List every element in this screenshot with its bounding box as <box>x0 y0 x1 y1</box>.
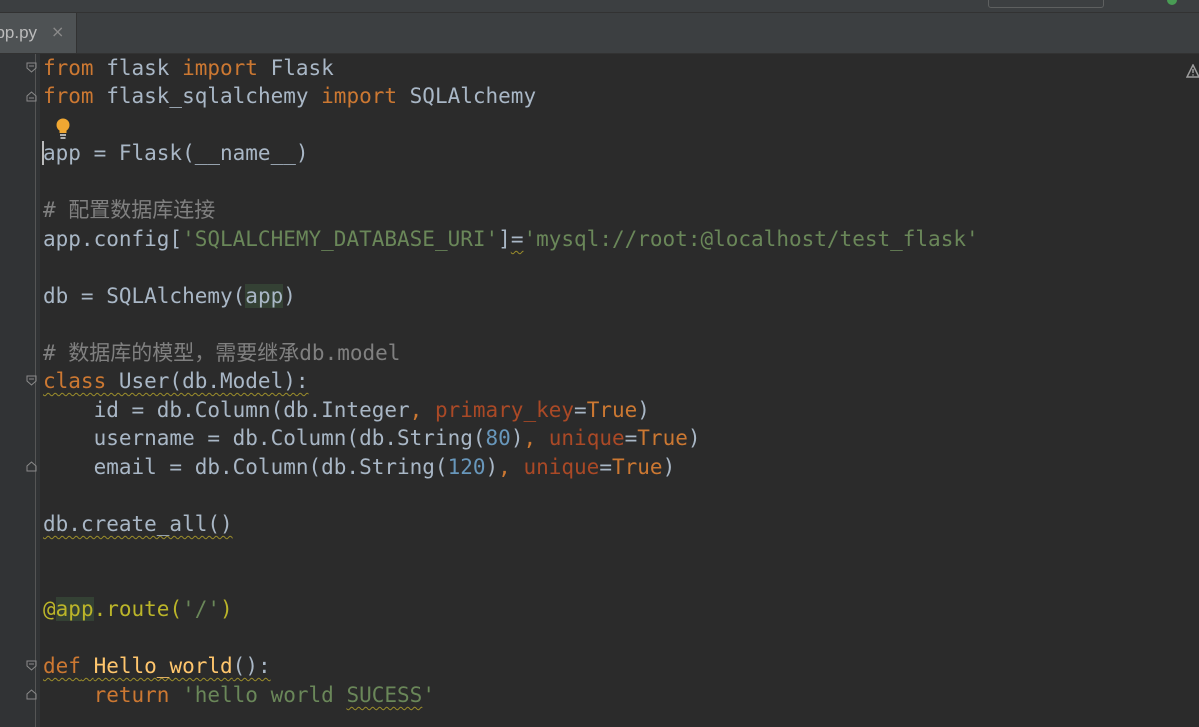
code-text: ] <box>498 227 511 251</box>
code-line-22: def Hello_world(): <box>43 652 271 680</box>
function-name: Hello_world <box>93 654 233 678</box>
keyword: def <box>43 654 81 678</box>
code-text: username = db.Column(db.String( <box>43 426 486 450</box>
string-literal: 'SQLALCHEMY_DATABASE_URI' <box>182 227 499 251</box>
fold-start-icon[interactable] <box>26 660 37 671</box>
keyword: True <box>637 426 688 450</box>
code-text: id = db.Column(db.Integer <box>43 398 410 422</box>
module-name: flask <box>93 56 183 80</box>
code-text: = <box>574 398 587 422</box>
fold-end-icon[interactable] <box>26 689 37 700</box>
keyword: class <box>43 369 107 393</box>
code-text: ) <box>283 284 296 308</box>
fold-end-icon[interactable] <box>26 461 37 472</box>
keyword: from <box>43 84 94 108</box>
code-line-2: from flask_sqlalchemy import SQLAlchemy <box>43 82 536 110</box>
code-text: = <box>510 227 524 251</box>
comment: # 数据库的模型，需要继承db.model <box>43 341 401 365</box>
typo-word: SUCESS <box>346 683 423 707</box>
code-line-11: # 数据库的模型，需要继承db.model <box>43 339 400 367</box>
keyword-argument: unique <box>548 426 625 450</box>
editor-gutter[interactable] <box>0 54 40 727</box>
code-line-14: username = db.Column(db.String(80), uniq… <box>43 424 701 452</box>
function-declaration: def Hello_world(): <box>43 654 271 678</box>
fold-start-icon[interactable] <box>26 62 37 73</box>
decorator: app <box>55 597 94 621</box>
code-line-15: email = db.Column(db.String(120), unique… <box>43 453 676 481</box>
code-text: ) <box>485 455 499 479</box>
code-line-13: id = db.Column(db.Integer, primary_key=T… <box>43 396 650 424</box>
number-literal: 80 <box>485 426 511 450</box>
punctuation: , <box>498 455 524 479</box>
tab-app-py[interactable]: app.py × <box>0 13 77 53</box>
fold-start-icon[interactable] <box>26 375 37 386</box>
code-line-7: app.config['SQLALCHEMY_DATABASE_URI']='m… <box>43 225 979 253</box>
tab-label: app.py <box>0 23 38 42</box>
code-text: ) <box>637 398 650 422</box>
keyword-argument: unique <box>523 455 600 479</box>
code-text: (): <box>232 654 271 678</box>
code-line-17: db.create_all() <box>43 512 233 536</box>
number-literal: 120 <box>447 455 486 479</box>
string-literal: 'hello world <box>182 683 347 707</box>
code-text: User(db.Model): <box>106 369 309 393</box>
keyword: return <box>93 683 170 707</box>
close-icon[interactable]: × <box>51 22 64 41</box>
code-text: email = db.Column(db.String( <box>43 455 448 479</box>
comment: # 配置数据库连接 <box>43 198 216 222</box>
class-declaration: class User(db.Model): <box>43 369 309 393</box>
decorator: ) <box>220 597 233 621</box>
code-text: app.config[ <box>43 227 183 251</box>
run-icon[interactable] <box>1167 0 1177 5</box>
code-editor[interactable]: from flask import Flask from flask_sqlal… <box>43 54 1193 727</box>
punctuation: , <box>523 426 549 450</box>
code-line-9: db = SQLAlchemy(app) <box>43 282 296 310</box>
keyword-argument: primary_key <box>434 398 575 422</box>
string-literal: 'mysql://root:@localhost/test_flask' <box>523 227 979 251</box>
code-text: ) <box>687 426 701 450</box>
editor-tab-bar: app.py × <box>0 13 1199 54</box>
code-line-6: # 配置数据库连接 <box>43 196 215 224</box>
punctuation: , <box>409 398 435 422</box>
code-text: = <box>599 455 612 479</box>
module-name: flask_sqlalchemy <box>93 84 322 108</box>
code-line-12: class User(db.Model): <box>43 367 309 395</box>
keyword: from <box>43 56 94 80</box>
import-name: Flask <box>257 56 334 80</box>
code-text: db = SQLAlchemy( <box>43 284 246 308</box>
code-line-1: from flask import Flask <box>43 54 334 82</box>
code-line-4: app = Flask(__name__) <box>43 141 309 165</box>
decorator: @ <box>43 597 56 621</box>
run-configuration-select[interactable] <box>988 0 1104 8</box>
keyword: import <box>182 56 258 80</box>
keyword: True <box>586 398 638 422</box>
code-text: ) <box>510 426 524 450</box>
gutter-divider <box>35 54 36 727</box>
code-line-20: @app.route('/') <box>43 595 233 623</box>
code-line-23: return 'hello world SUCESS' <box>43 681 435 709</box>
highlighted-usage: app <box>245 284 284 308</box>
string-literal: ' <box>422 683 435 707</box>
decorator: .route( <box>93 597 183 621</box>
code-text: = <box>624 426 638 450</box>
fold-end-icon[interactable] <box>26 91 37 102</box>
import-name: SQLAlchemy <box>397 84 537 108</box>
keyword: import <box>321 84 398 108</box>
keyword: True <box>611 455 663 479</box>
code-text: ) <box>662 455 676 479</box>
toolbar <box>0 0 1199 13</box>
string-literal: '/' <box>182 597 221 621</box>
